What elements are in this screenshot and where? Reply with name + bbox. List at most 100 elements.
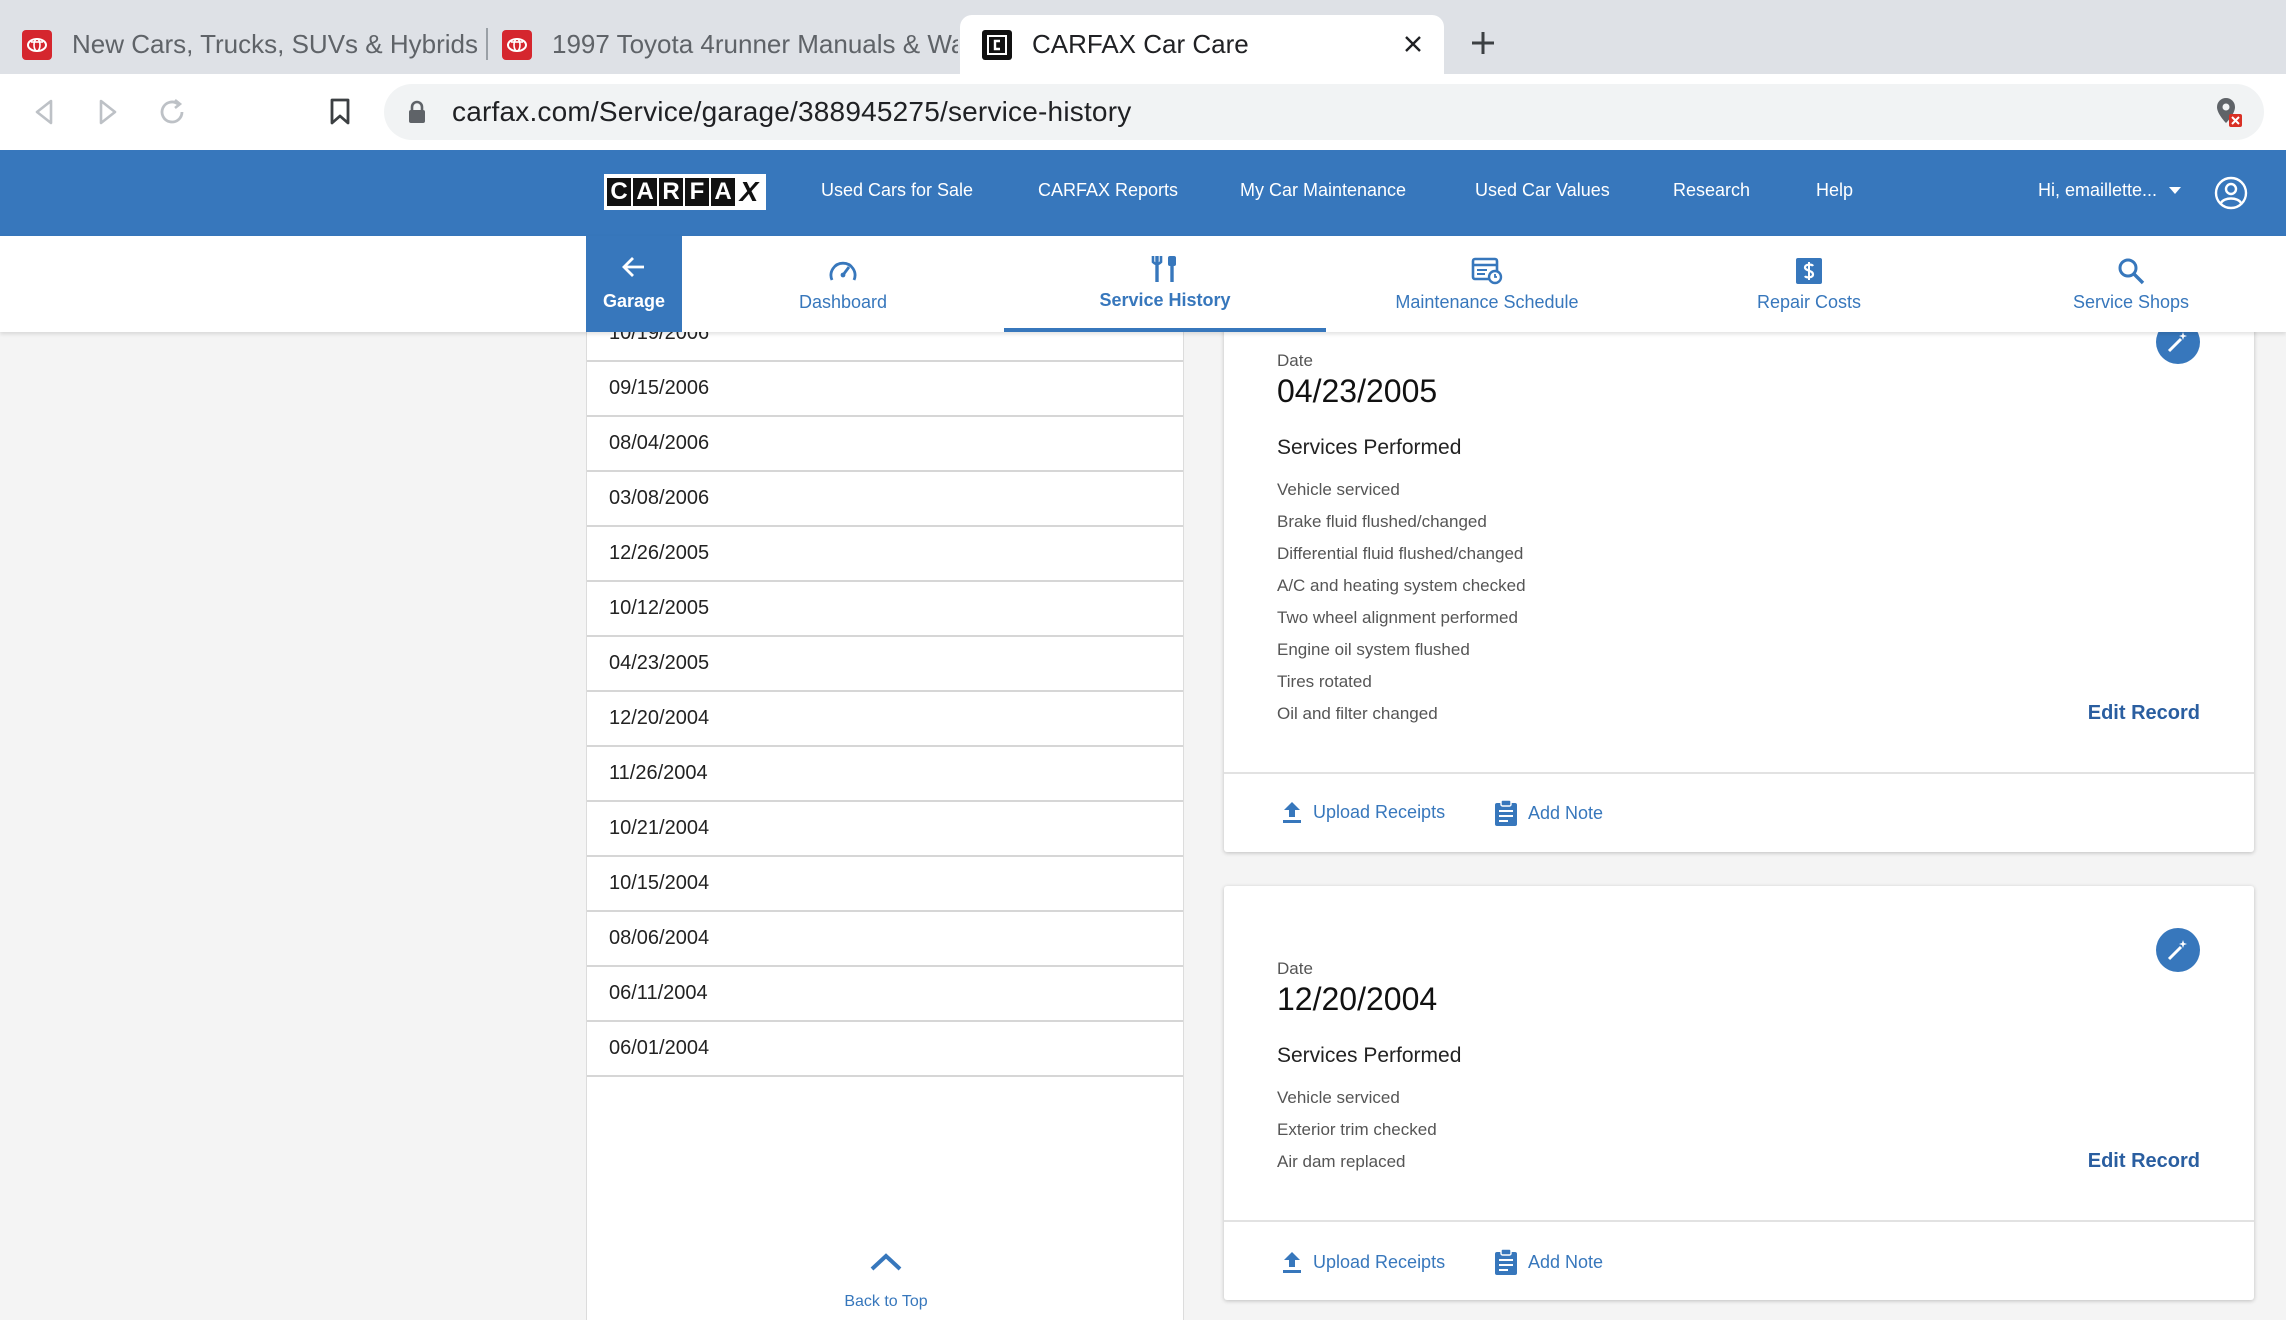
tab-label: Repair Costs	[1756, 291, 1862, 312]
lock-icon	[408, 100, 426, 129]
garage-subnav: Garage Dashboard Service History Mainten…	[0, 236, 2286, 332]
service-item: Engine oil system flushed	[1277, 640, 1470, 659]
logo-letter: X	[737, 176, 761, 207]
date-list-item[interactable]: 12/20/2004	[587, 692, 1183, 747]
nav-help[interactable]: Help	[1816, 180, 1853, 201]
upload-receipts-button[interactable]: Upload Receipts	[1281, 1250, 1445, 1274]
record-date: 04/23/2005	[1277, 373, 1438, 409]
back-arrow-icon[interactable]	[26, 94, 62, 130]
date-list-item[interactable]: 10/15/2004	[587, 857, 1183, 912]
service-item: Brake fluid flushed/changed	[1277, 512, 1487, 531]
logo-letter: F	[685, 178, 709, 206]
logo-letter: C	[607, 178, 631, 206]
date-list-item[interactable]: 03/08/2006	[587, 472, 1183, 527]
nav-my-car-maintenance[interactable]: My Car Maintenance	[1240, 180, 1406, 201]
tab-maintenance-schedule[interactable]: Maintenance Schedule	[1326, 236, 1648, 332]
logo-letter: A	[711, 178, 735, 206]
tab-service-history[interactable]: Service History	[1004, 236, 1326, 332]
date-list-item[interactable]: 06/11/2004	[587, 967, 1183, 1022]
tab-label: Service Shops	[2072, 291, 2190, 312]
date-list-item[interactable]: 08/04/2006	[587, 417, 1183, 472]
browser-tab-bar: New Cars, Trucks, SUVs & Hybrids | 1997 …	[0, 0, 2286, 74]
tab-label: Maintenance Schedule	[1395, 291, 1579, 312]
edit-record-link[interactable]: Edit Record	[2088, 702, 2200, 725]
card-divider	[1224, 1220, 2254, 1222]
url-text: carfax.com/Service/garage/388945275/serv…	[452, 96, 1132, 127]
date-list-item[interactable]: 06/01/2004	[587, 1022, 1183, 1077]
edit-record-link[interactable]: Edit Record	[2088, 1150, 2200, 1173]
upload-icon	[1283, 1252, 1301, 1273]
tab-label: Dashboard	[798, 291, 888, 312]
nav-used-car-values[interactable]: Used Car Values	[1475, 180, 1610, 201]
logo-letter: R	[659, 178, 683, 206]
address-bar[interactable]: carfax.com/Service/garage/388945275/serv…	[384, 84, 2264, 140]
account-avatar-icon[interactable]	[2214, 176, 2248, 210]
upload-receipts-button[interactable]: Upload Receipts	[1281, 800, 1445, 824]
add-note-button[interactable]: Add Note	[1494, 799, 1603, 827]
service-item: Differential fluid flushed/changed	[1277, 544, 1524, 563]
date-list-item[interactable]: 08/06/2004	[587, 912, 1183, 967]
service-item: Air dam replaced	[1277, 1152, 1406, 1171]
service-item: Exterior trim checked	[1277, 1120, 1437, 1139]
browser-tab-toyota-manuals[interactable]: 1997 Toyota 4runner Manuals & War	[480, 15, 958, 74]
back-to-top-button[interactable]: Back to Top	[587, 1252, 1183, 1311]
date-list-item[interactable]: 09/15/2006	[587, 362, 1183, 417]
date-list-item[interactable]: 11/26/2004	[587, 747, 1183, 802]
service-item: Vehicle serviced	[1277, 1088, 1400, 1107]
tab-service-shops[interactable]: Service Shops	[1970, 236, 2286, 332]
upload-icon	[1283, 802, 1301, 823]
services-performed-title: Services Performed	[1277, 436, 1462, 459]
new-tab-plus-icon[interactable]	[1466, 26, 1500, 60]
edit-wand-icon[interactable]	[2156, 928, 2200, 972]
service-item: Vehicle serviced	[1277, 480, 1400, 499]
record-date: 12/20/2004	[1277, 981, 1438, 1017]
upload-receipts-label: Upload Receipts	[1313, 1251, 1446, 1272]
dollar-icon	[1795, 256, 1823, 286]
bookmark-icon[interactable]	[322, 94, 358, 130]
toyota-favicon-icon	[502, 29, 532, 60]
browser-tab-carfax[interactable]: CARFAX Car Care	[960, 15, 1444, 74]
browser-toolbar: carfax.com/Service/garage/388945275/serv…	[0, 74, 2286, 150]
back-arrow-icon	[622, 256, 646, 283]
chevron-down-icon	[2169, 187, 2182, 194]
date-list-item[interactable]: 12/26/2005	[587, 527, 1183, 582]
carfax-logo[interactable]: C A R F A X	[604, 174, 766, 210]
browser-tab-title: 1997 Toyota 4runner Manuals & War	[552, 29, 958, 59]
back-to-top-label: Back to Top	[844, 1293, 928, 1310]
add-note-button[interactable]: Add Note	[1494, 1248, 1603, 1276]
user-greeting: Hi, emaillette...	[2038, 180, 2158, 200]
schedule-calendar-icon	[1471, 256, 1503, 286]
browser-tab-title: CARFAX Car Care	[1032, 29, 1249, 59]
forward-arrow-icon[interactable]	[90, 94, 126, 130]
reload-icon[interactable]	[154, 94, 190, 130]
speedometer-icon	[828, 256, 858, 286]
tab-dashboard[interactable]: Dashboard	[682, 236, 1004, 332]
nav-used-cars-for-sale[interactable]: Used Cars for Sale	[821, 180, 973, 201]
date-list-item[interactable]: 10/12/2005	[587, 582, 1183, 637]
service-item: A/C and heating system checked	[1277, 576, 1526, 595]
nav-research[interactable]: Research	[1673, 180, 1750, 201]
toyota-favicon-icon	[22, 29, 52, 60]
user-menu[interactable]: Hi, emaillette...	[2038, 180, 2182, 201]
upload-receipts-label: Upload Receipts	[1313, 801, 1446, 822]
carfax-favicon-icon	[982, 29, 1012, 60]
date-list-item[interactable]: 04/23/2005	[587, 637, 1183, 692]
tab-repair-costs[interactable]: Repair Costs	[1648, 236, 1970, 332]
chevron-up-icon	[869, 1252, 903, 1277]
date-list-item[interactable]: 10/19/2006	[587, 332, 1183, 362]
add-note-label: Add Note	[1528, 1251, 1604, 1272]
wrench-tools-icon	[1151, 254, 1179, 284]
service-date-list: 10/19/2006 09/15/2006 08/04/2006 03/08/2…	[586, 332, 1184, 1320]
nav-carfax-reports[interactable]: CARFAX Reports	[1038, 180, 1178, 201]
location-blocked-icon[interactable]	[2212, 96, 2244, 133]
record-date-label: Date	[1277, 351, 1313, 370]
garage-back-button[interactable]: Garage	[586, 236, 682, 332]
date-list-item[interactable]: 10/21/2004	[587, 802, 1183, 857]
search-icon	[2117, 256, 2145, 286]
service-item: Oil and filter changed	[1277, 704, 1438, 723]
browser-tab-toyota-new-cars[interactable]: New Cars, Trucks, SUVs & Hybrids |	[0, 15, 480, 74]
carfax-header: C A R F A X Used Cars for Sale CARFAX Re…	[0, 150, 2286, 236]
close-tab-icon[interactable]	[1396, 27, 1430, 61]
garage-label: Garage	[602, 291, 666, 311]
card-divider	[1224, 772, 2254, 774]
